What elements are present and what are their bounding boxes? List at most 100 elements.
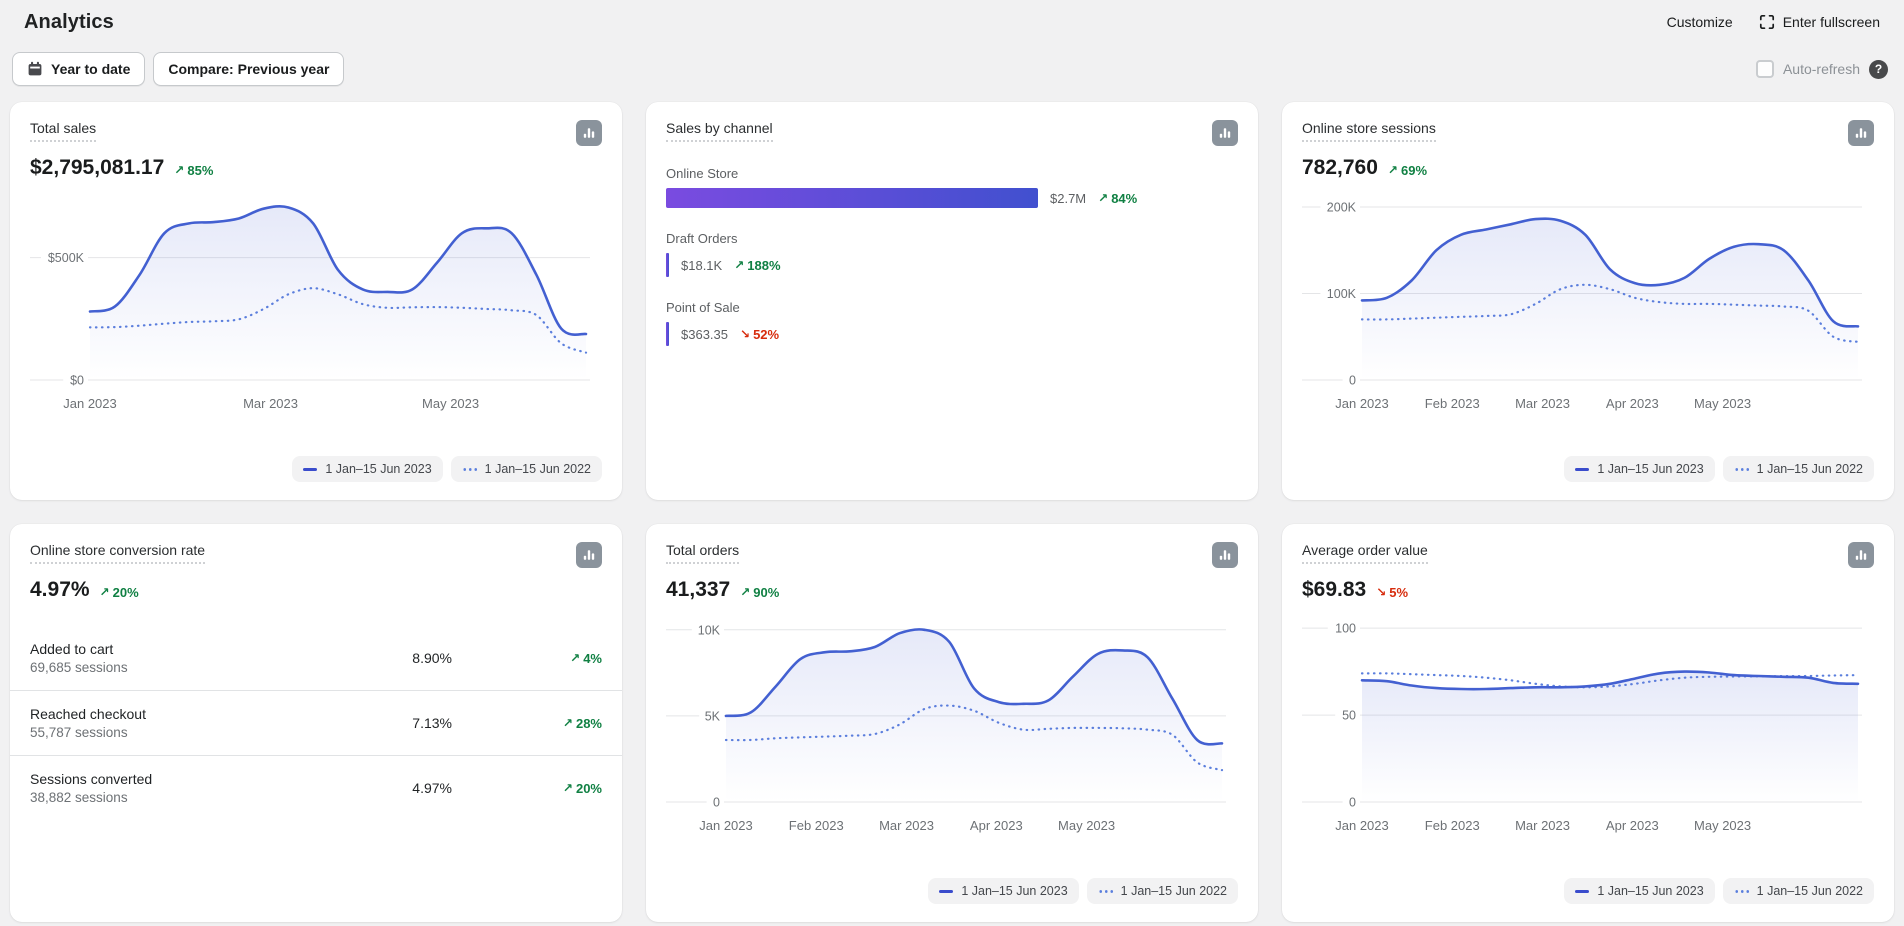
channel-bar[interactable] <box>666 188 1038 208</box>
svg-text:Jan 2023: Jan 2023 <box>1335 396 1389 411</box>
trend-arrow-icon <box>100 585 110 599</box>
svg-text:Mar 2023: Mar 2023 <box>879 818 934 833</box>
delta-badge: 69% <box>1388 163 1427 178</box>
funnel-step-label: Reached checkout <box>30 706 302 722</box>
svg-text:100: 100 <box>1335 622 1356 636</box>
help-icon[interactable]: ? <box>1869 60 1888 79</box>
total-orders-chart[interactable]: 10K5K0Jan 2023Feb 2023Mar 2023Apr 2023Ma… <box>666 606 1238 842</box>
trend-arrow-icon <box>740 585 750 599</box>
online-store-sessions-chart[interactable]: 200K 100K 0 Jan 2023 Feb 2023 Mar 2023 Apr 202… <box>1302 184 1874 420</box>
delta-badge: 20% <box>100 585 139 600</box>
legend-current[interactable]: 1 Jan–15 Jun 2023 <box>1564 456 1714 482</box>
report-icon[interactable] <box>576 542 602 568</box>
svg-text:May 2023: May 2023 <box>1694 396 1751 411</box>
channel-bar[interactable] <box>666 253 669 277</box>
funnel-step-sessions: 55,787 sessions <box>30 725 302 740</box>
delta-badge: 52% <box>740 327 779 342</box>
channel-row: Online Store $2.7M 84% <box>666 166 1238 208</box>
enter-fullscreen-button[interactable]: Enter fullscreen <box>1759 14 1880 30</box>
funnel-step-label: Added to cart <box>30 641 302 657</box>
date-range-button[interactable]: Year to date <box>12 52 145 86</box>
dotted-line-icon <box>462 468 477 471</box>
solid-line-icon <box>1575 890 1589 893</box>
trend-arrow-icon <box>734 258 744 272</box>
legend-previous[interactable]: 1 Jan–15 Jun 2022 <box>1723 456 1874 482</box>
card-online-store-sessions: Online store sessions 782,760 69% 200K 10… <box>1282 102 1894 500</box>
svg-text:Jan 2023: Jan 2023 <box>63 396 117 411</box>
card-average-order-value: Average order value $69.83 5% 100500Jan … <box>1282 524 1894 922</box>
svg-text:0: 0 <box>713 796 720 810</box>
dotted-line-icon <box>1734 890 1749 893</box>
delta-badge: 188% <box>734 258 780 273</box>
delta-badge: 4% <box>570 651 602 666</box>
total-sales-chart[interactable]: $500K$0Jan 2023Mar 2023May 2023 <box>30 184 602 420</box>
funnel-step-rate: 8.90% <box>302 650 452 666</box>
funnel-step-sessions: 38,882 sessions <box>30 790 302 805</box>
report-icon[interactable] <box>576 120 602 146</box>
delta-badge: 84% <box>1098 191 1137 206</box>
channel-value: $363.35 <box>681 327 728 342</box>
controls-row: Year to date Compare: Previous year Auto… <box>12 52 1888 86</box>
channel-label: Online Store <box>666 166 1238 181</box>
legend-current[interactable]: 1 Jan–15 Jun 2023 <box>928 878 1078 904</box>
report-icon[interactable] <box>1848 120 1874 146</box>
card-sales-by-channel: Sales by channel Online Store $2.7M 84% … <box>646 102 1258 500</box>
legend-previous[interactable]: 1 Jan–15 Jun 2022 <box>451 456 602 482</box>
card-title-online-store-sessions[interactable]: Online store sessions <box>1302 120 1436 142</box>
svg-text:5K: 5K <box>705 709 721 723</box>
report-icon[interactable] <box>1212 542 1238 568</box>
svg-text:Apr 2023: Apr 2023 <box>970 818 1023 833</box>
card-total-orders: Total orders 41,337 90% 10K5K0Jan 2023Fe… <box>646 524 1258 922</box>
compare-button[interactable]: Compare: Previous year <box>153 52 344 86</box>
dotted-line-icon <box>1734 468 1749 471</box>
metric-value: 782,760 <box>1302 156 1378 180</box>
channel-row: Draft Orders $18.1K 188% <box>666 231 1238 277</box>
funnel-row-added-to-cart: Added to cart 69,685 sessions 8.90% 4% <box>10 626 622 690</box>
legend-previous[interactable]: 1 Jan–15 Jun 2022 <box>1087 878 1238 904</box>
trend-arrow-icon <box>740 327 750 341</box>
svg-text:10K: 10K <box>698 623 721 637</box>
auto-refresh-checkbox[interactable] <box>1756 60 1774 78</box>
card-title-conversion-rate[interactable]: Online store conversion rate <box>30 542 205 564</box>
svg-text:Mar 2023: Mar 2023 <box>1515 818 1570 833</box>
legend-current[interactable]: 1 Jan–15 Jun 2023 <box>1564 878 1714 904</box>
svg-text:Jan 2023: Jan 2023 <box>699 818 753 833</box>
solid-line-icon <box>1575 468 1589 471</box>
svg-text:Apr 2023: Apr 2023 <box>1606 818 1659 833</box>
trend-arrow-icon <box>1376 585 1386 599</box>
card-title-total-orders[interactable]: Total orders <box>666 542 739 564</box>
funnel-row-sessions-converted: Sessions converted 38,882 sessions 4.97%… <box>10 755 622 820</box>
card-title-average-order-value[interactable]: Average order value <box>1302 542 1428 564</box>
card-title-sales-by-channel[interactable]: Sales by channel <box>666 120 773 142</box>
channel-row: Point of Sale $363.35 52% <box>666 300 1238 346</box>
delta-badge: 90% <box>740 585 779 600</box>
auto-refresh-label: Auto-refresh <box>1783 61 1860 77</box>
channel-bar[interactable] <box>666 322 669 346</box>
svg-text:100K: 100K <box>1327 287 1357 301</box>
trend-arrow-icon <box>570 651 580 665</box>
legend-previous[interactable]: 1 Jan–15 Jun 2022 <box>1723 878 1874 904</box>
delta-badge: 28% <box>563 716 602 731</box>
card-total-sales: Total sales $2,795,081.17 85% $500K$0Jan… <box>10 102 622 500</box>
channel-value: $2.7M <box>1050 191 1086 206</box>
funnel-step-rate: 4.97% <box>302 780 452 796</box>
delta-badge: 20% <box>563 781 602 796</box>
svg-text:0: 0 <box>1349 374 1356 388</box>
dashboard-grid: Total sales $2,795,081.17 85% $500K$0Jan… <box>0 102 1904 922</box>
report-icon[interactable] <box>1212 120 1238 146</box>
svg-text:50: 50 <box>1342 709 1356 723</box>
average-order-value-chart[interactable]: 100500Jan 2023Feb 2023Mar 2023Apr 2023Ma… <box>1302 606 1874 842</box>
funnel-step-rate: 7.13% <box>302 715 452 731</box>
top-bar: Analytics Customize Enter fullscreen <box>0 0 1904 36</box>
svg-text:May 2023: May 2023 <box>422 396 479 411</box>
customize-button[interactable]: Customize <box>1667 14 1733 30</box>
channel-value: $18.1K <box>681 258 722 273</box>
svg-text:Feb 2023: Feb 2023 <box>1425 396 1480 411</box>
svg-text:Apr 2023: Apr 2023 <box>1606 396 1659 411</box>
svg-text:200K: 200K <box>1327 200 1357 214</box>
card-conversion-rate: Online store conversion rate 4.97% 20% A… <box>10 524 622 922</box>
svg-text:Mar 2023: Mar 2023 <box>1515 396 1570 411</box>
report-icon[interactable] <box>1848 542 1874 568</box>
card-title-total-sales[interactable]: Total sales <box>30 120 96 142</box>
legend-current[interactable]: 1 Jan–15 Jun 2023 <box>292 456 442 482</box>
